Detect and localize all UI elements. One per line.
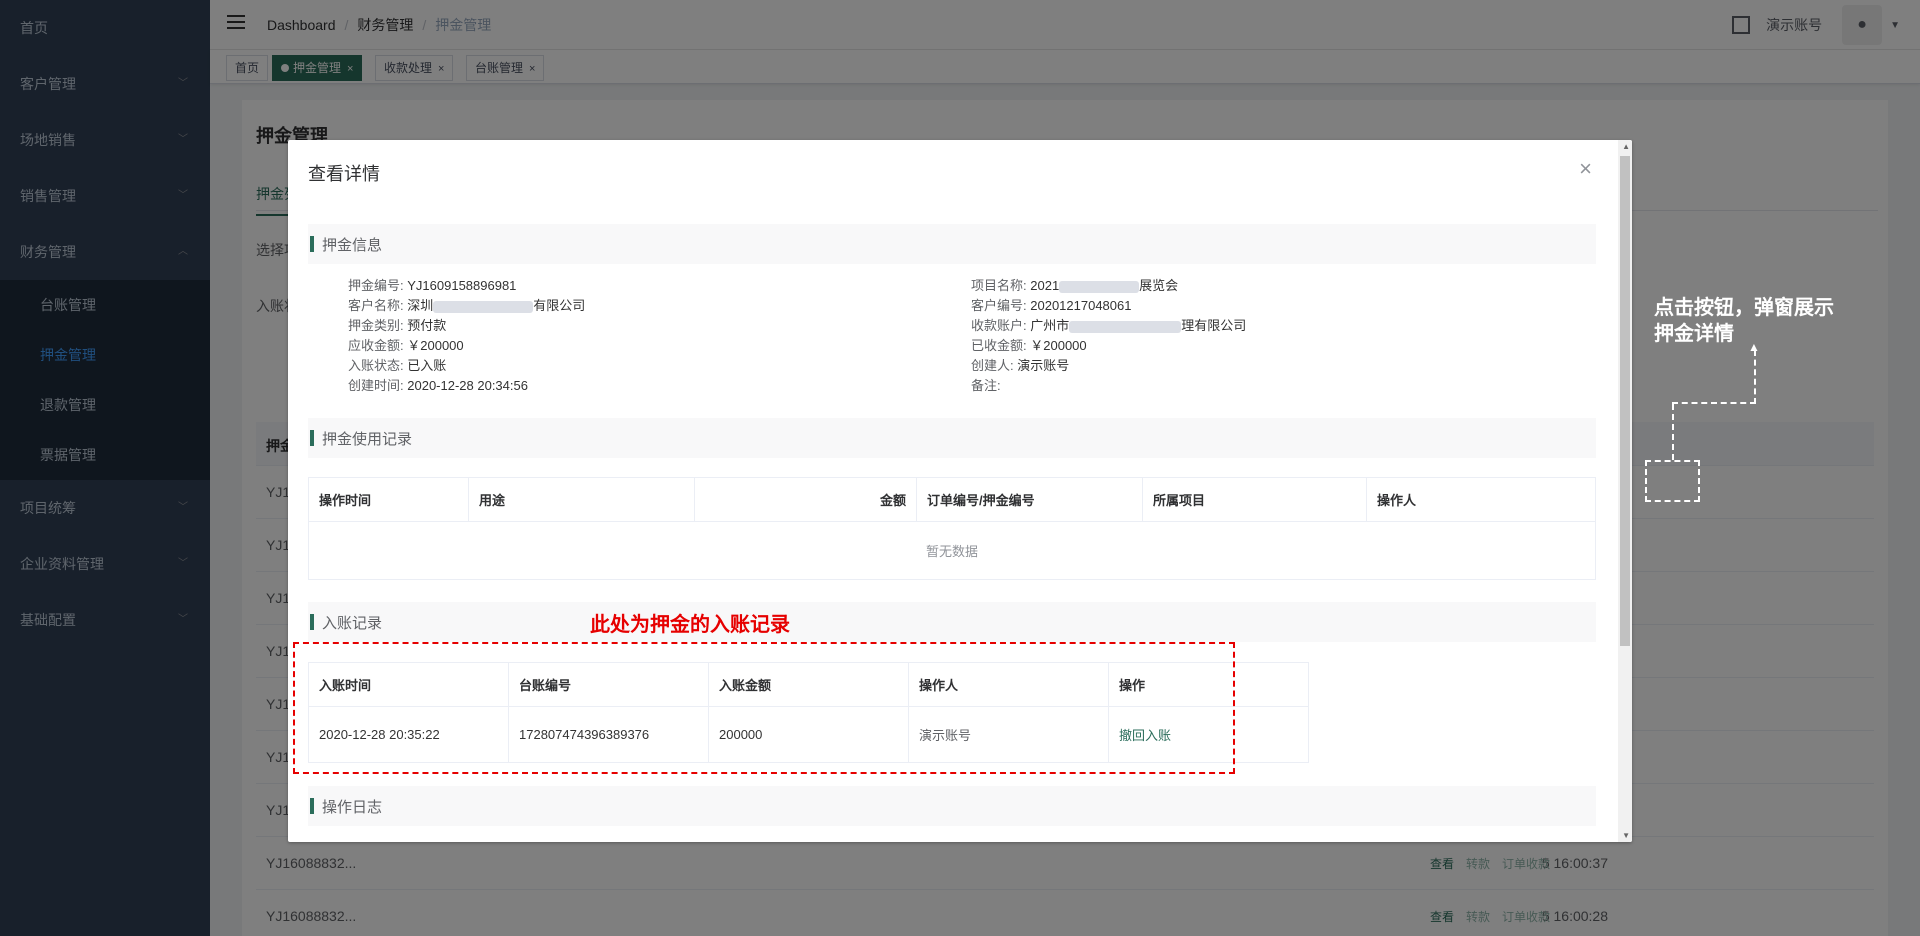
redacted-text <box>433 300 534 313</box>
section-marker <box>310 236 314 252</box>
info-customer-name: 客户名称: 深圳 有限公司 <box>348 298 586 313</box>
annotation-view-highlight <box>1645 460 1700 502</box>
info-created-time: 创建时间: 2020-12-28 20:34:56 <box>348 378 528 393</box>
annotation-connector <box>1672 402 1756 404</box>
info-account: 收款账户: 广州市 理有限公司 <box>971 318 1247 333</box>
info-entry-status: 入账状态: 已入账 <box>348 358 447 373</box>
info-project-name: 项目名称: 2021 展览会 <box>971 278 1179 293</box>
usage-table: 操作时间 用途 金额 订单编号/押金编号 所属项目 操作人 暂无数据 <box>308 477 1596 580</box>
section-entry-records: 入账记录 <box>308 602 1596 642</box>
info-left: 押金编号: YJ1609158896981 客户名称: 深圳 有限公司 押金类别:… <box>348 276 585 396</box>
redacted-text <box>1059 280 1140 293</box>
dialog-scrollbar[interactable]: ▲ ▼ <box>1618 140 1632 842</box>
section-operation-log: 操作日志 <box>308 786 1596 826</box>
info-creator: 创建人: 演示账号 <box>971 358 1070 373</box>
info-receivable: 应收金额: ￥200000 <box>348 338 464 353</box>
section-marker <box>310 798 314 814</box>
info-right: 项目名称: 2021 展览会 客户编号: 20201217048061 收款账户:… <box>971 276 1246 396</box>
section-deposit-info: 押金信息 <box>308 224 1596 264</box>
redacted-text <box>1069 320 1182 333</box>
empty-text: 暂无数据 <box>308 521 1596 580</box>
annotation-connector <box>1672 404 1674 460</box>
info-received: 已收金额: ￥200000 <box>971 338 1087 353</box>
info-deposit-type: 押金类别: 预付款 <box>348 318 447 333</box>
dialog-title: 查看详情 <box>308 164 380 184</box>
section-marker <box>310 614 314 630</box>
section-marker <box>310 430 314 446</box>
info-deposit-no: 押金编号: YJ1609158896981 <box>348 278 517 293</box>
scrollbar-thumb[interactable] <box>1620 156 1630 646</box>
annotation-entry-note: 此处为押金的入账记录 <box>590 612 790 636</box>
arrow-up-icon: ▲ <box>1748 340 1760 354</box>
scroll-down-icon[interactable]: ▼ <box>1622 831 1630 840</box>
annotation-entry-highlight <box>293 642 1235 774</box>
table-header: 操作时间 用途 金额 订单编号/押金编号 所属项目 操作人 <box>308 477 1596 522</box>
close-icon[interactable]: × <box>1579 156 1592 182</box>
annotation-connector <box>1754 350 1756 404</box>
section-usage-records: 押金使用记录 <box>308 418 1596 458</box>
annotation-button-note: 点击按钮，弹窗展示 押金详情 <box>1654 295 1834 345</box>
scroll-up-icon[interactable]: ▲ <box>1622 142 1630 151</box>
info-customer-no: 客户编号: 20201217048061 <box>971 298 1132 313</box>
info-remark: 备注: <box>971 378 1001 393</box>
